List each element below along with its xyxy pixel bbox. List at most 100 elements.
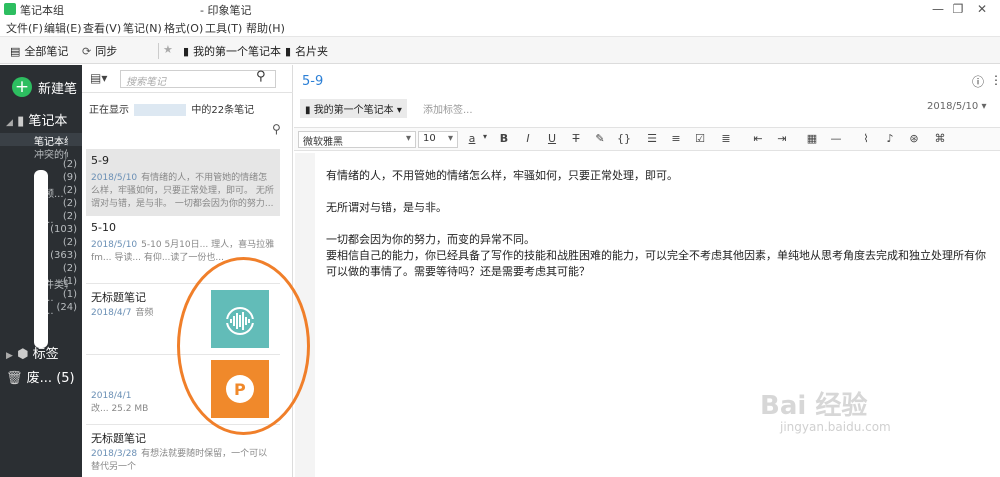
search-icon[interactable]: ⚲ bbox=[256, 69, 266, 84]
tags-header-label: 标签 bbox=[32, 347, 59, 362]
menu-bar: 文件(F) 编辑(E) 查看(V) 笔记(N) 格式(O) 工具(T) 帮助(H… bbox=[0, 18, 1000, 35]
all-notes-label: 全部笔记 bbox=[24, 45, 69, 58]
toolbar: ▤ 全部笔记 ⟳ 同步 ★ ▮ 我的第一个笔记本 ▮ 名片夹 bbox=[0, 36, 1000, 64]
window-title: 笔记本组 bbox=[20, 4, 64, 17]
trash-header-label: 废... bbox=[26, 371, 53, 386]
more-icon[interactable]: ⋮ bbox=[990, 73, 1000, 87]
redaction-mark bbox=[34, 170, 48, 348]
note-meta-bar: ▮ 我的第一个笔记本 ▾ 添加标签... 2018/5/10 ▾ bbox=[294, 97, 1000, 119]
watermark-logo: Bai 经验 bbox=[760, 391, 868, 421]
shortcut-icon[interactable]: ⌘ bbox=[932, 132, 948, 145]
note-snippet: 2018/3/28 有想法就要随时保留，一个可以替代另一个 bbox=[91, 448, 276, 474]
view-toggle-icon[interactable]: ▤▾ bbox=[90, 71, 107, 85]
align-icon[interactable]: ≣ bbox=[718, 132, 734, 145]
note-date-text: 2018/5/10 bbox=[927, 101, 979, 112]
note-body[interactable]: 有情绪的人，不用管她的情绪怎么样，牢骚如何，只要正常处理，即可。 无所谓对与错，… bbox=[326, 168, 996, 280]
attachment-icon[interactable]: ⌇ bbox=[858, 132, 874, 145]
showing-suffix: 中的22条笔记 bbox=[191, 105, 255, 116]
notebook-count: (2) bbox=[62, 159, 77, 170]
checkbox-icon[interactable]: ☑ bbox=[692, 132, 708, 145]
trash-count: (5) bbox=[56, 371, 75, 386]
notebook-shortcut-button[interactable]: ▮ 我的第一个笔记本 bbox=[183, 43, 281, 59]
sidebar-notebook-item[interactable]: 冲突的修... bbox=[0, 146, 82, 161]
notebook-count: (24) bbox=[56, 302, 77, 313]
search-input[interactable]: 搜索笔记 bbox=[120, 70, 276, 88]
notebook-count: (2) bbox=[62, 185, 77, 196]
underline-icon[interactable]: U bbox=[544, 132, 560, 145]
note-title: 5-9 bbox=[91, 154, 109, 167]
font-select[interactable]: 微软雅黑 ▾ bbox=[298, 131, 416, 148]
note-body-line: 有情绪的人，不用管她的情绪怎么样，牢骚如何，只要正常处理，即可。 bbox=[326, 169, 678, 182]
menu-format[interactable]: 格式(O) bbox=[164, 20, 203, 36]
sync-button[interactable]: ⟳ 同步 bbox=[82, 43, 117, 59]
notes-icon: ▤ bbox=[10, 44, 21, 58]
notebook-select-label: 我的第一个笔记本 bbox=[313, 105, 394, 116]
code-icon[interactable]: {} bbox=[616, 132, 632, 145]
table-icon[interactable]: ▦ bbox=[804, 132, 820, 145]
info-icon[interactable]: ⓘ bbox=[972, 73, 984, 90]
menu-file[interactable]: 文件(F) bbox=[6, 20, 43, 36]
notebook-select[interactable]: ▮ 我的第一个笔记本 ▾ bbox=[300, 99, 407, 118]
font-size-select[interactable]: 10 ▾ bbox=[418, 131, 458, 148]
italic-icon[interactable]: I bbox=[520, 132, 536, 145]
evernote-app-icon bbox=[4, 3, 16, 15]
add-tag-input[interactable]: 添加标签... bbox=[423, 101, 473, 116]
link-icon[interactable]: ⊛ bbox=[906, 132, 922, 145]
chevron-down-icon[interactable]: ▾ bbox=[477, 132, 493, 141]
star-icon[interactable]: ★ bbox=[163, 43, 173, 56]
window-title-suffix: - 印象笔记 bbox=[200, 4, 252, 17]
sidebar-notebook-item[interactable]: 笔记本组 bbox=[0, 133, 82, 148]
note-date: 2018/3/28 bbox=[91, 449, 138, 459]
font-size-value: 10 bbox=[423, 133, 436, 144]
sync-icon: ⟳ bbox=[82, 44, 92, 58]
cards-label: 名片夹 bbox=[295, 45, 329, 58]
font-select-value: 微软雅黑 bbox=[303, 137, 343, 148]
tags-header[interactable]: ▶ ⬢ 标签 bbox=[6, 343, 59, 362]
audio-icon[interactable]: ♪ bbox=[882, 132, 898, 145]
notebook-icon: ▮ bbox=[285, 44, 292, 58]
new-note-button[interactable]: + 新建笔 bbox=[12, 77, 77, 97]
toolbar-divider bbox=[158, 43, 159, 59]
menu-edit[interactable]: 编辑(E) bbox=[44, 20, 82, 36]
outdent-icon[interactable]: ⇤ bbox=[750, 132, 766, 145]
note-snippet: 2018/5/10 有情绪的人，不用管她的情绪怎么样，牢骚如何，只要正常处理，即可… bbox=[91, 172, 276, 211]
notebook-count: (1) bbox=[62, 289, 77, 300]
note-body-line: 无所谓对与错，是与非。 bbox=[326, 201, 447, 214]
notebook-count: (9) bbox=[62, 172, 77, 183]
menu-help[interactable]: 帮助(H) bbox=[246, 20, 285, 36]
strikethrough-icon[interactable]: T bbox=[568, 132, 584, 145]
indent-icon[interactable]: ⇥ bbox=[774, 132, 790, 145]
sidebar: + 新建笔 ◢ ▮ 笔记本 笔记本组冲突的修...(2)(9)视频...(2)(… bbox=[0, 65, 82, 477]
menu-tools[interactable]: 工具(T) bbox=[205, 20, 242, 36]
notebooks-header-label: 笔记本 bbox=[28, 114, 68, 129]
note-date: 2018/5/10 bbox=[91, 173, 138, 183]
note-item[interactable]: 5-9 2018/5/10 有情绪的人，不用管她的情绪怎么样，牢骚如何，只要正常处… bbox=[86, 149, 280, 216]
title-bar: 笔记本组 - 印象笔记 — ❐ ✕ bbox=[0, 0, 1000, 18]
showing-label: 正在显示 中的22条笔记 bbox=[89, 101, 254, 116]
horizontal-rule-icon[interactable]: — bbox=[828, 132, 844, 145]
close-icon[interactable]: ✕ bbox=[962, 0, 1000, 18]
find-icon[interactable]: ⚲ bbox=[272, 122, 281, 136]
note-title-field[interactable]: 5-9 bbox=[302, 74, 323, 89]
menu-view[interactable]: 查看(V) bbox=[83, 20, 121, 36]
note-title: 无标题笔记 bbox=[91, 291, 146, 304]
watermark-url: jingyan.baidu.com bbox=[780, 420, 891, 434]
note-date[interactable]: 2018/5/10 ▾ bbox=[927, 101, 986, 112]
note-body-line: 要相信自己的能力，你已经具备了写作的技能和战胜困难的能力，可以完全不考虑其他因素… bbox=[326, 249, 986, 278]
notebook-count: (363) bbox=[50, 250, 77, 261]
bold-icon[interactable]: B bbox=[496, 132, 512, 145]
notebook-count: (103) bbox=[50, 224, 77, 235]
note-title: 无标题笔记 bbox=[91, 432, 146, 445]
notebook-filter-chip[interactable] bbox=[134, 104, 187, 116]
notebooks-header[interactable]: ◢ ▮ 笔记本 bbox=[6, 110, 67, 129]
menu-note[interactable]: 笔记(N) bbox=[123, 20, 162, 36]
bullet-list-icon[interactable]: ☰ bbox=[644, 132, 660, 145]
note-date: 2018/4/7 bbox=[91, 308, 132, 318]
trash-header[interactable]: 🗑 废... (5) bbox=[6, 367, 75, 386]
numbered-list-icon[interactable]: ≡ bbox=[668, 132, 684, 145]
highlight-icon[interactable]: ✎ bbox=[592, 132, 608, 145]
all-notes-button[interactable]: ▤ 全部笔记 bbox=[10, 43, 68, 59]
note-date: 2018/4/1 bbox=[91, 391, 132, 401]
note-editor: 5-9 ⓘ ⋮ ▮ 我的第一个笔记本 ▾ 添加标签... 2018/5/10 ▾… bbox=[294, 65, 1000, 477]
cards-button[interactable]: ▮ 名片夹 bbox=[285, 43, 328, 59]
